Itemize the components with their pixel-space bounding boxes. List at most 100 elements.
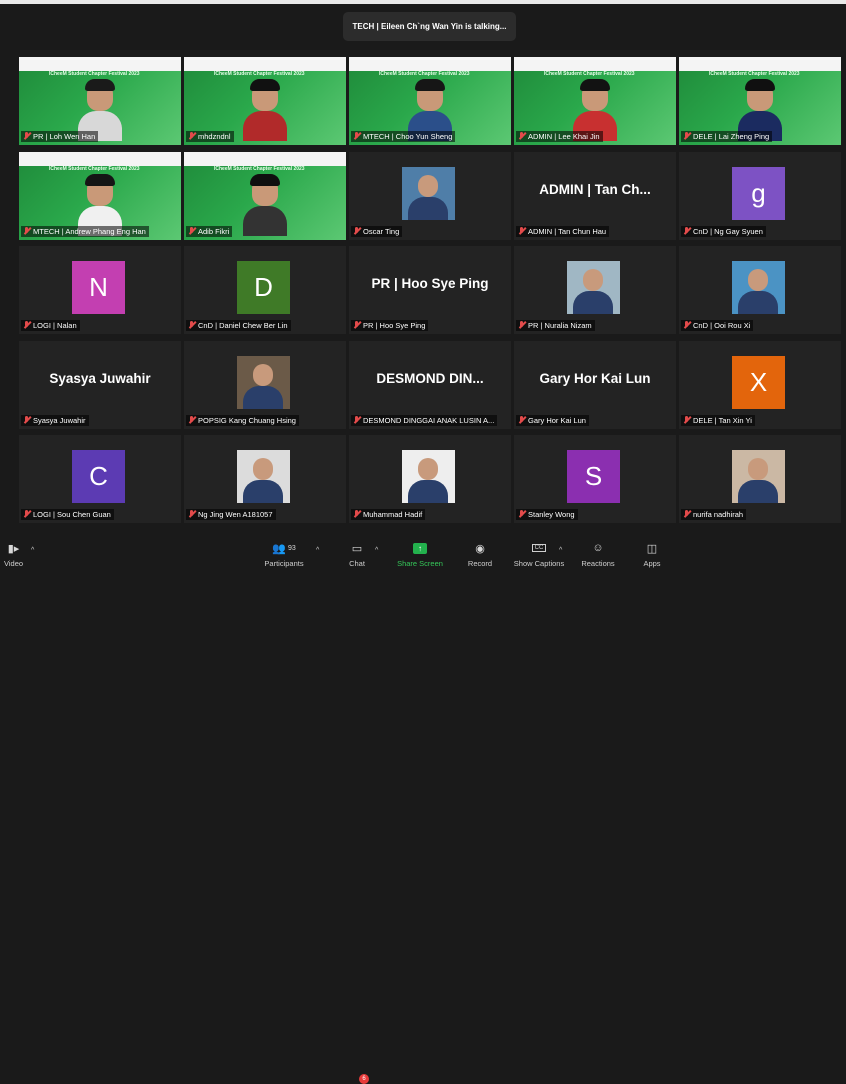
video-button[interactable]: ▮▸ Video [4,541,24,569]
participant-name: DELE | Lai Zheng Ping [693,132,770,141]
show-captions-button[interactable]: CC Show Captions [511,541,567,568]
video-camera-icon: ▮▸ [7,542,20,555]
participant-tile[interactable]: Syasya Juwahir Syasya Juwahir [19,340,181,429]
reactions-label: Reactions [581,559,615,568]
participant-profile-photo [402,166,455,220]
participant-name-label: ADMIN | Lee Khai Jin [516,131,603,142]
participant-tile[interactable]: X DELE | Tan Xin Yi [679,340,841,429]
participant-tile[interactable]: ICheeM Student Chapter Festival 2023 MTEC… [19,151,181,240]
apps-button[interactable]: ◫ Apps [641,541,663,569]
participant-tile[interactable]: N LOGI | Nalan [19,246,181,334]
muted-mic-icon [353,226,360,236]
chat-options-chevron-icon[interactable]: ^ [375,547,378,554]
participant-name-label: Gary Hor Kai Lun [516,414,589,426]
participant-profile-photo [732,450,785,503]
participant-name: DESMOND DINGGAI ANAK LUSIN A... [363,415,495,425]
participants-button[interactable]: 👥 93 Participants [262,541,306,569]
participant-name: Gary Hor Kai Lun [528,415,586,425]
muted-mic-icon [23,415,30,425]
participants-options-chevron-icon[interactable]: ^ [316,547,319,554]
participant-name: LOGI | Nalan [33,321,77,330]
participant-name: Syasya Juwahir [33,415,86,425]
captions-options-chevron-icon[interactable]: ^ [559,547,562,554]
participant-name: Muhammad Hadif [363,510,423,519]
participant-tile[interactable]: POPSIG Kang Chuang Hsing [184,340,346,429]
participant-video-feed [78,173,122,236]
participant-letter-avatar: N [72,261,125,314]
participant-tile[interactable]: Ng Jing Wen A181057 [184,435,346,523]
muted-mic-icon [353,321,360,330]
participant-tile[interactable]: ADMIN | Tan Ch... ADMIN | Tan Chun Hau [514,151,676,240]
muted-mic-icon [683,510,690,519]
participant-video-feed [78,79,122,141]
participant-tile[interactable]: PR | Hoo Sye Ping PR | Hoo Sye Ping [349,246,511,334]
participant-name-label: CnD | Ng Gay Syuen [681,225,766,237]
participant-tile[interactable]: DESMOND DIN... DESMOND DINGGAI ANAK LUSIN… [349,340,511,429]
participant-name-label: ADMIN | Tan Chun Hau [516,225,610,237]
participant-name-label: PR | Nuralia Nizam [516,320,595,331]
participant-video-feed [408,79,452,141]
participant-name-label: PR | Hoo Sye Ping [351,320,429,331]
participant-name: Adib Fikri [198,226,230,236]
active-speaker-banner: TECH | Eileen Ch`ng Wan Yin is talking..… [343,12,516,41]
participant-name: Ng Jing Wen A181057 [198,510,273,519]
participant-tile[interactable]: ICheeM Student Chapter Festival 2023 Adib… [184,151,346,240]
participant-name-label: Muhammad Hadif [351,509,426,520]
participant-video-feed [738,79,782,141]
participant-tile[interactable]: ICheeM Student Chapter Festival 2023 MTEC… [349,57,511,145]
participant-name-label: MTECH | Choo Yun Sheng [351,131,456,142]
participant-name: CnD | Daniel Chew Ber Lin [198,321,288,330]
apps-icon: ◫ [646,542,658,555]
participant-name: PR | Nuralia Nizam [528,321,592,330]
participant-video-feed [243,79,287,141]
participant-tile[interactable]: nurifa nadhirah [679,435,841,523]
participant-tile[interactable]: Oscar Ting [349,151,511,240]
participant-profile-photo [237,355,290,409]
participant-tile[interactable]: ICheeM Student Chapter Festival 2023 mhdz… [184,57,346,145]
participant-tile[interactable]: PR | Nuralia Nizam [514,246,676,334]
participant-name-label: Stanley Wong [516,509,578,520]
participant-letter-avatar: D [237,261,290,314]
window-top-edge [0,0,846,4]
participant-tile[interactable]: D CnD | Daniel Chew Ber Lin [184,246,346,334]
participant-name: nurifa nadhirah [693,510,744,519]
muted-mic-icon [23,132,30,141]
participant-name-label: POPSIG Kang Chuang Hsing [186,414,299,426]
participant-tile[interactable]: Gary Hor Kai Lun Gary Hor Kai Lun [514,340,676,429]
chat-button[interactable]: ▭ Chat [346,541,368,569]
muted-mic-icon [518,510,525,519]
participant-name-label: Oscar Ting [351,225,403,237]
muted-mic-icon [188,415,195,425]
participant-name-label: LOGI | Sou Chen Guan [21,509,114,520]
participant-tile[interactable]: ICheeM Student Chapter Festival 2023 PR |… [19,57,181,145]
participant-display-name: PR | Hoo Sye Ping [371,276,489,291]
participant-name: POPSIG Kang Chuang Hsing [198,415,296,425]
share-screen-icon: ↑ [395,541,445,555]
participant-name: CnD | Ooi Rou Xi [693,321,751,330]
participant-name: Oscar Ting [363,226,400,236]
meeting-toolbar: ▮▸ Video ^ 👥 93 Participants ^ ▭ Chat 6 ^… [0,533,846,1084]
participant-letter-avatar: S [567,450,620,503]
participant-tile[interactable]: ICheeM Student Chapter Festival 2023 DELE… [679,57,841,145]
share-screen-button[interactable]: ↑ Share Screen [395,541,445,568]
reactions-button[interactable]: ☺ Reactions [580,541,616,568]
video-options-chevron-icon[interactable]: ^ [31,547,34,554]
participant-name-label: DELE | Lai Zheng Ping [681,131,773,142]
participant-tile[interactable]: S Stanley Wong [514,435,676,523]
video-label: Video [4,559,24,568]
participant-tile[interactable]: g CnD | Ng Gay Syuen [679,151,841,240]
participant-name-label: LOGI | Nalan [21,320,80,331]
event-banner-text: ICheeM Student Chapter Festival 2023 [49,165,140,172]
participant-tile[interactable]: CnD | Ooi Rou Xi [679,246,841,334]
participant-tile[interactable]: Muhammad Hadif [349,435,511,523]
participant-tile[interactable]: ICheeM Student Chapter Festival 2023 ADMI… [514,57,676,145]
event-banner-text: ICheeM Student Chapter Festival 2023 [709,71,800,77]
participant-tile[interactable]: C LOGI | Sou Chen Guan [19,435,181,523]
muted-mic-icon [353,132,360,141]
record-button[interactable]: ◉ Record [466,541,494,569]
participant-video-feed [243,173,287,236]
participant-profile-photo [237,450,290,503]
participant-name: Stanley Wong [528,510,575,519]
participant-name-label: CnD | Ooi Rou Xi [681,320,754,331]
participants-icon: 👥 93 [272,542,296,555]
